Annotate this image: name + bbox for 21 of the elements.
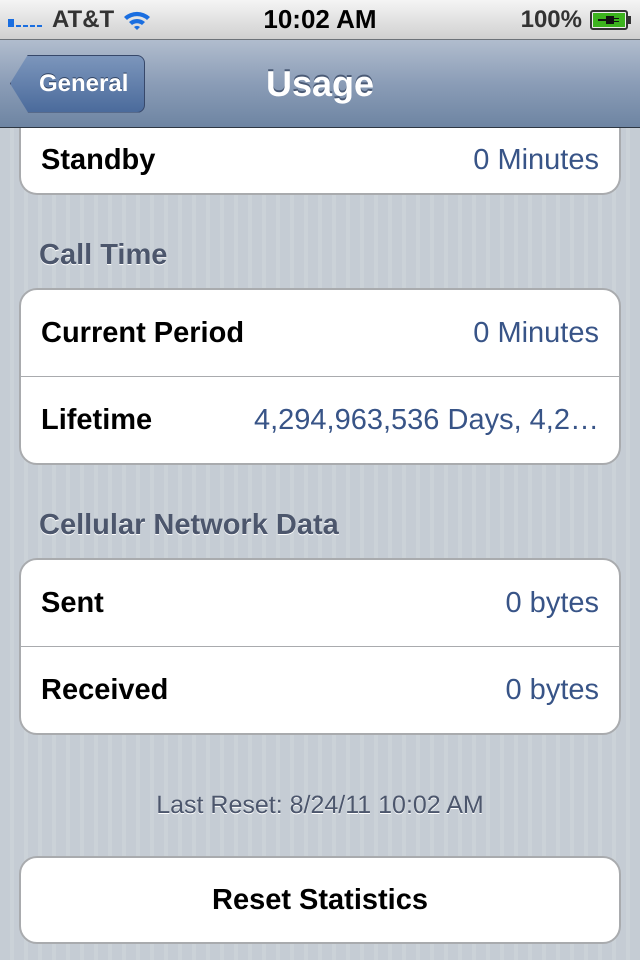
signal-icon xyxy=(8,16,44,26)
row-label: Current Period xyxy=(41,316,244,350)
reset-statistics-button[interactable]: Reset Statistics xyxy=(19,856,621,944)
clock-time: 10:02 AM xyxy=(263,4,377,35)
section-header: Call Time xyxy=(38,238,168,273)
row-value: 0 bytes xyxy=(506,674,599,706)
row-label: Sent xyxy=(41,586,104,620)
row-value: 4,294,963,536 Days, 4,2… xyxy=(254,404,599,436)
back-button[interactable]: General xyxy=(10,54,146,112)
row-label: Standby xyxy=(41,144,156,177)
row-label: Lifetime xyxy=(41,404,152,436)
carrier-name: AT&T xyxy=(52,6,114,34)
battery-percent: 100% xyxy=(520,6,582,34)
battery-charging-icon xyxy=(590,10,632,30)
last-reset-text: Last Reset: 8/24/11 10:02 AM xyxy=(155,791,485,820)
row-label: Received xyxy=(41,674,168,706)
screen-title: Usage xyxy=(266,62,374,104)
row-value: 0 Minutes xyxy=(473,144,599,177)
row-value: 0 Minutes xyxy=(473,316,599,350)
row-value: 0 bytes xyxy=(506,586,599,620)
section-header: Cellular Network Data xyxy=(38,508,340,543)
